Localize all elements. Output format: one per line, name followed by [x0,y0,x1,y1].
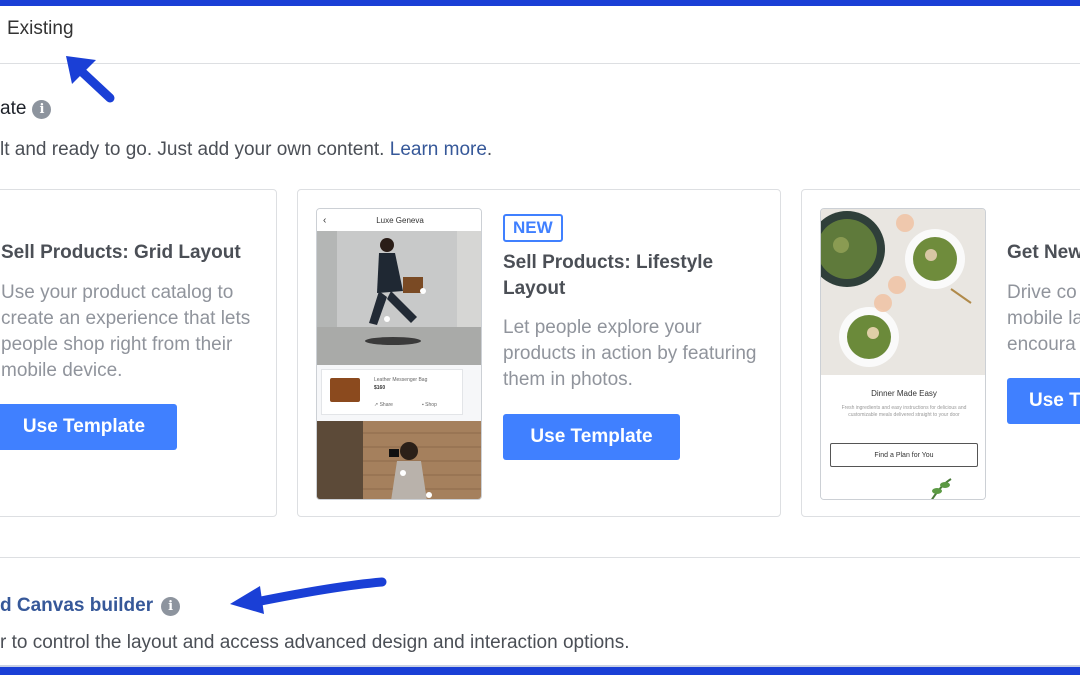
card-desc-line: Drive co [1007,282,1077,303]
lifestyle-preview: ‹ Luxe Geneva Leather Messenger Bag $160… [316,208,482,500]
card-title: Sell Products: Lifestyle Layout [503,252,714,299]
use-template-button[interactable]: Use Template [503,414,680,460]
annotation-arrow-icon [66,56,115,103]
card-desc-line: mobile la [1007,308,1080,329]
annotation-arrow-icon [230,577,387,614]
use-template-button[interactable]: Use Template [0,404,177,450]
template-section-heading: ate i [0,98,52,120]
photographer-photo [317,421,481,499]
tab-bar: Existing [0,6,1080,64]
shop-label: Shop [425,402,437,408]
product-tile[interactable]: Leather Messenger Bag $160 ↗ Share ▪ Sho… [321,369,463,415]
template-desc-text: lt and ready to go. Just add your own co… [0,139,385,160]
card-desc: Drive co mobile la encoura [1007,280,1080,358]
learn-more-link[interactable]: Learn more [390,139,487,160]
preview-header-text: Luxe Geneva [376,215,424,225]
canvas-heading-text[interactable]: d Canvas builder [0,595,153,617]
section-divider [0,557,1080,558]
dinner-content: Dinner Made Easy Fresh ingredients and e… [821,375,985,499]
tab-existing[interactable]: Existing [7,18,74,40]
bag-thumbnail [330,378,360,402]
annotation-frame-bottom [0,665,1080,675]
card-title: Get New [1007,242,1080,263]
template-card-lifestyle-layout: ‹ Luxe Geneva Leather Messenger Bag $160… [297,189,781,517]
herb-sprig-icon [931,478,952,499]
template-card-grid-layout: Sell Products: Grid Layout Use your prod… [0,189,277,517]
card-desc: Use your product catalog to create an ex… [1,282,251,381]
preview-body: Fresh ingredients and easy instructions … [841,405,967,418]
product-price: $160 [374,385,386,391]
card-title: Sell Products: Grid Layout [1,242,241,263]
info-icon[interactable]: i [161,596,181,616]
shop-action[interactable]: ▪ Shop [422,402,437,408]
product-name: Leather Messenger Bag [374,377,428,383]
preview-header: ‹ Luxe Geneva [317,209,481,231]
learn-more-suffix: . [486,139,493,160]
share-label: Share [379,402,393,408]
new-badge: NEW [503,214,563,242]
use-template-button[interactable]: Use T [1007,378,1080,424]
preview-title: Dinner Made Easy [871,389,937,398]
template-card-get-new: Dinner Made Easy Fresh ingredients and e… [801,189,1080,517]
share-action[interactable]: ↗ Share [374,402,393,408]
find-plan-button[interactable]: Find a Plan for You [830,443,978,467]
food-photo [821,209,985,375]
template-heading-text: ate [0,98,27,119]
skateboarder-photo [317,231,481,365]
back-icon: ‹ [323,214,327,226]
canvas-builder-heading[interactable]: d Canvas builder i [0,595,181,617]
dinner-preview: Dinner Made Easy Fresh ingredients and e… [820,208,986,500]
canvas-builder-desc: r to control the layout and access advan… [0,632,630,653]
card-desc-line: encoura [1007,334,1076,355]
info-icon[interactable]: i [32,99,52,119]
card-desc: Let people explore your products in acti… [503,317,757,390]
template-section-desc: lt and ready to go. Just add your own co… [0,139,492,161]
